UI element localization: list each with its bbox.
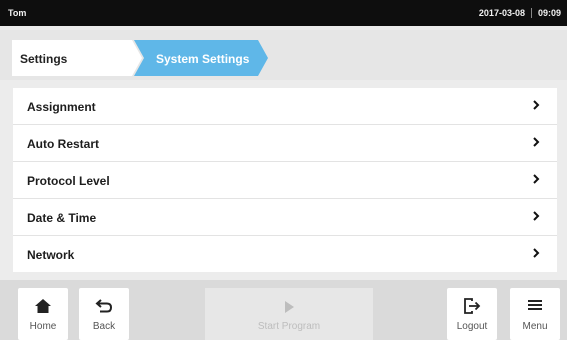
list-item-label: Date & Time [27,211,97,225]
menu-label: Menu [522,321,548,332]
breadcrumb-system-settings: System Settings [134,40,268,76]
chevron-right-icon [533,100,540,110]
list-item-network[interactable]: Network [13,236,557,272]
logout-button[interactable]: Logout [447,288,497,340]
list-item-label: Assignment [27,100,96,114]
chevron-right-icon [533,137,540,147]
back-arrow-icon [95,299,113,313]
list-item-label: Protocol Level [27,174,110,188]
breadcrumb-system-settings-label: System Settings [156,52,250,66]
home-label: Home [29,321,57,332]
back-button[interactable]: Back [79,288,129,340]
list-item-label: Network [27,248,75,262]
bottom-action-bar: Home Back Start Program Logout Menu [0,280,567,340]
list-item-auto-restart[interactable]: Auto Restart [13,125,557,162]
logout-icon [464,298,481,314]
menu-button[interactable]: Menu [510,288,560,340]
home-button[interactable]: Home [18,288,68,340]
list-item-label: Auto Restart [27,137,100,151]
breadcrumb-settings-label: Settings [20,52,68,66]
list-item-assignment[interactable]: Assignment [13,88,557,125]
hamburger-icon [528,300,542,310]
logout-label: Logout [456,321,488,332]
breadcrumb: Settings System Settings [0,30,567,80]
status-bar: Tom 2017-03-08 09:09 [0,0,567,26]
current-user: Tom [8,8,27,18]
list-item-date-time[interactable]: Date & Time [13,199,557,236]
breadcrumb-settings[interactable]: Settings [12,40,142,76]
status-date: 2017-03-08 [478,8,525,18]
play-icon [285,301,294,313]
back-label: Back [92,321,116,332]
status-separator [530,8,532,18]
date-time: 2017-03-08 09:09 [479,8,561,18]
home-icon [35,299,51,313]
start-program-button[interactable]: Start Program [205,288,373,340]
settings-list: Assignment Auto Restart Protocol Level D… [13,88,557,272]
start-program-label: Start Program [257,321,321,332]
chevron-right-icon [533,211,540,221]
list-item-protocol-level[interactable]: Protocol Level [13,162,557,199]
chevron-right-icon [533,174,540,184]
status-time: 09:09 [537,8,561,18]
chevron-right-icon [533,248,540,258]
